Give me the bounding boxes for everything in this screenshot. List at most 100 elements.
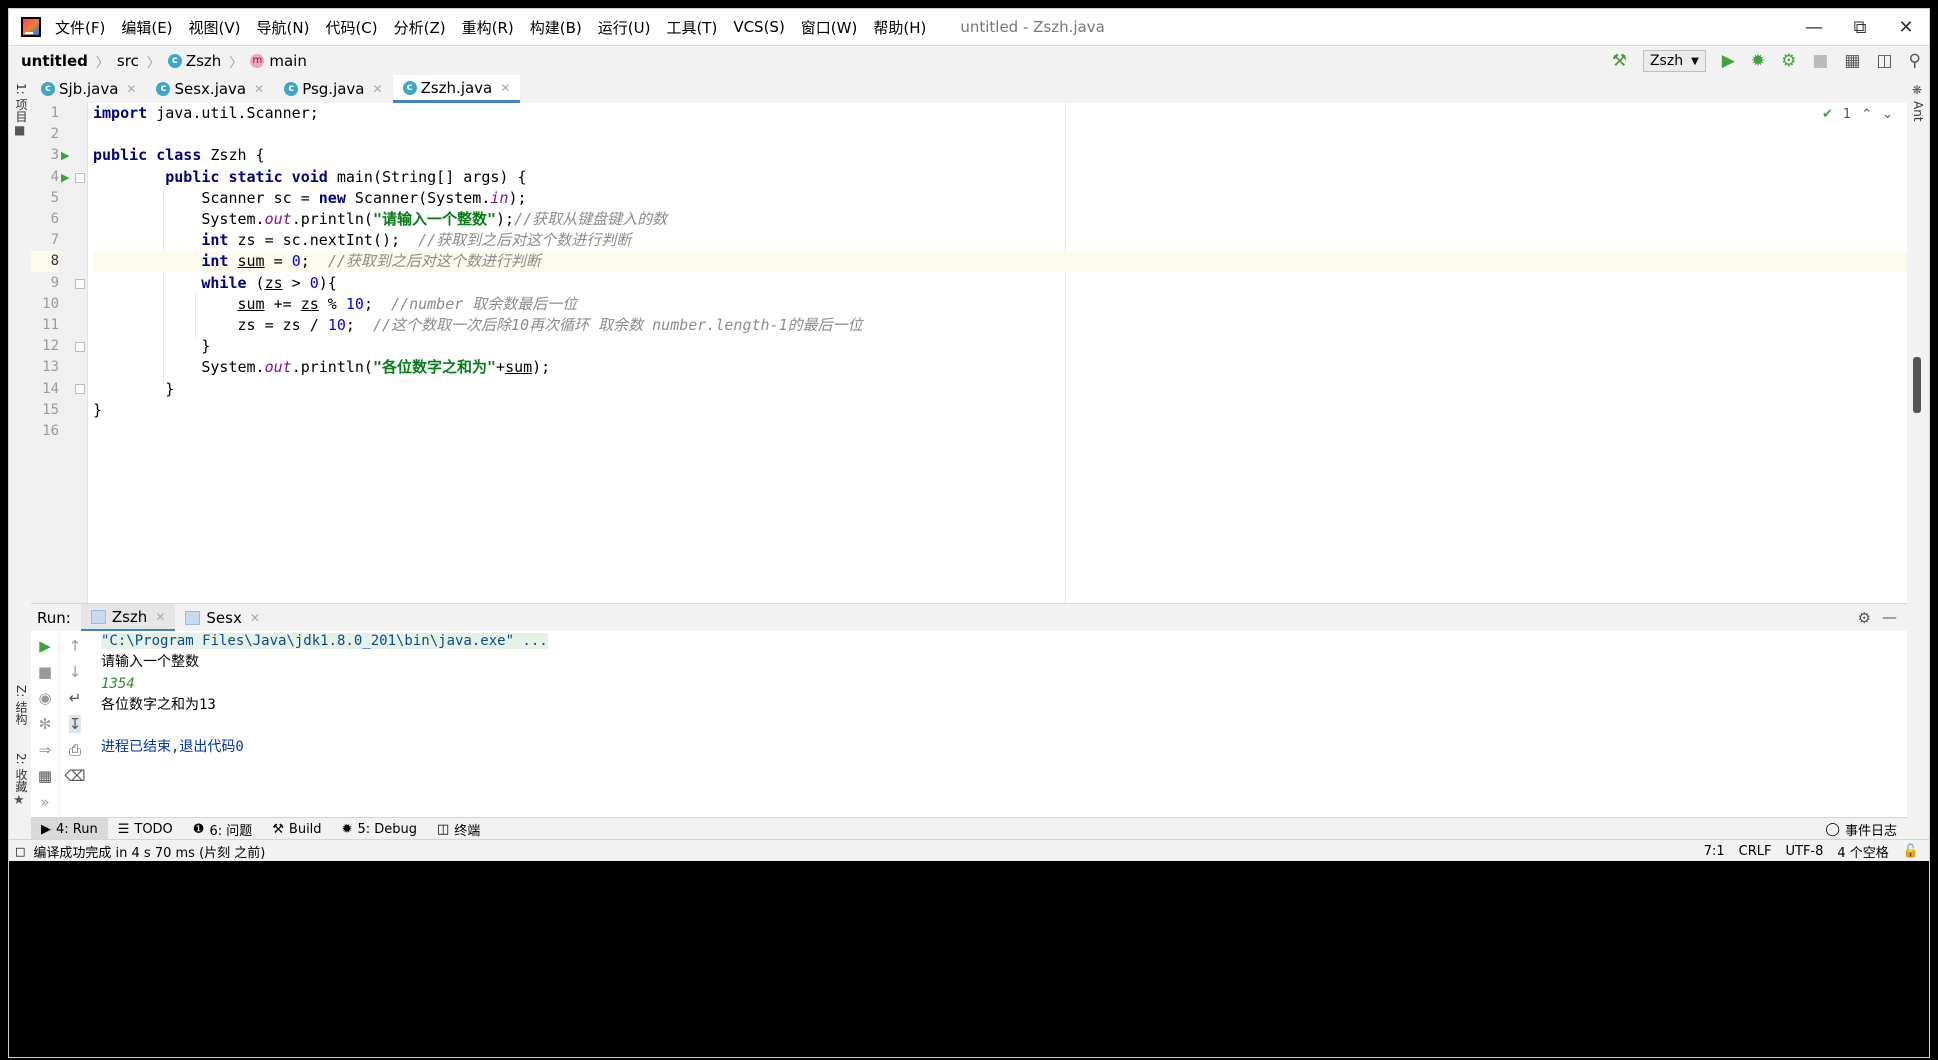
menu-refactor[interactable]: 重构(R) <box>462 17 514 38</box>
code-line: System.out.println("各位数字之和为"+sum); <box>93 358 551 377</box>
line-number: 11 <box>42 317 59 333</box>
fold-icon[interactable] <box>75 342 85 352</box>
code-line: } <box>93 379 175 398</box>
menu-window[interactable]: 窗口(W) <box>801 17 858 38</box>
folder-icon: ■ <box>14 123 26 137</box>
run-tool-button[interactable]: ▶ 4: Run <box>31 818 108 840</box>
indent-setting[interactable]: 4 个空格 <box>1837 842 1888 861</box>
debug-tool-label: 5: Debug <box>357 821 417 837</box>
settings-icon[interactable]: ✻ <box>39 715 52 733</box>
code-text[interactable]: import java.util.Scanner; public class Z… <box>93 103 1907 603</box>
caret-position[interactable]: 7:1 <box>1704 844 1725 859</box>
gear-icon[interactable]: ⚙ <box>1858 609 1871 627</box>
arrow-down-icon[interactable]: ↓ <box>69 663 82 681</box>
menu-tools[interactable]: 工具(T) <box>666 17 717 38</box>
terminal-window-icon[interactable]: ◫ <box>1876 52 1892 70</box>
console-input-line: 1354 <box>101 675 135 692</box>
menu-vcs[interactable]: VCS(S) <box>733 18 784 36</box>
line-number: 16 <box>42 423 59 439</box>
fold-icon[interactable] <box>75 173 85 183</box>
menu-code[interactable]: 代码(C) <box>325 17 377 38</box>
rerun-icon[interactable]: ▶ <box>39 637 51 655</box>
restore-icon[interactable]: ⧉ <box>1837 9 1883 45</box>
favorites-tool-button[interactable]: 2: 收藏 <box>13 753 30 793</box>
scroll-to-end-icon[interactable]: ↧ <box>68 715 82 733</box>
run-gutter-icon[interactable]: ▶ <box>61 145 69 166</box>
arrow-up-icon[interactable]: ↑ <box>69 637 82 655</box>
info-icon: ❶ <box>192 821 205 837</box>
scrollbar-thumb[interactable] <box>1913 357 1921 413</box>
structure-tool-button[interactable]: Z: 结构 <box>13 685 30 725</box>
terminal-tool-button[interactable]: ◫ 终端 <box>427 818 490 840</box>
build-tool-button[interactable]: ⚒ Build <box>262 818 331 840</box>
menu-analyze[interactable]: 分析(Z) <box>394 17 446 38</box>
problems-tool-button[interactable]: ❶ 6: 问题 <box>183 818 262 840</box>
close-tab-icon[interactable]: ✕ <box>500 81 510 95</box>
debug-tool-button[interactable]: ✹ 5: Debug <box>332 818 427 840</box>
fold-icon[interactable] <box>75 384 85 394</box>
soft-wrap-icon[interactable]: ↵ <box>69 689 82 707</box>
restore-layout-icon[interactable]: ⇒ <box>39 741 52 759</box>
run-icon[interactable]: ▶ <box>1722 52 1735 70</box>
stop-icon[interactable]: ■ <box>38 663 52 681</box>
build-hammer-icon[interactable]: ⚒ <box>1612 52 1627 70</box>
layout-icon[interactable]: ▦ <box>38 767 52 785</box>
breadcrumb-method[interactable]: m main <box>250 52 307 70</box>
line-number: 4 <box>50 168 59 185</box>
breadcrumb-src[interactable]: src <box>117 52 139 70</box>
line-separator[interactable]: CRLF <box>1739 844 1772 859</box>
close-tab-icon[interactable]: ✕ <box>155 610 165 624</box>
menu-file[interactable]: 文件(F) <box>55 17 105 38</box>
trash-icon[interactable]: ⌫ <box>64 767 85 785</box>
stop-icon[interactable]: ■ <box>1812 52 1828 70</box>
menu-edit[interactable]: 编辑(E) <box>121 17 172 38</box>
menu-help[interactable]: 帮助(H) <box>873 17 926 38</box>
tab-label: Sjb.java <box>59 80 119 98</box>
close-icon[interactable]: ✕ <box>1883 9 1929 45</box>
run-config-select[interactable]: Zszh ▼ <box>1642 50 1706 72</box>
menu-build[interactable]: 构建(B) <box>530 17 582 38</box>
breadcrumb-class[interactable]: c Zszh <box>167 52 222 70</box>
tab-zszh[interactable]: c Zszh.java ✕ <box>392 75 521 103</box>
minimize-panel-icon[interactable]: — <box>1882 608 1897 626</box>
console-output[interactable]: "C:\Program Files\Java\jdk1.8.0_201\bin\… <box>101 631 1907 817</box>
tab-sjb[interactable]: c Sjb.java ✕ <box>31 75 146 103</box>
tab-psg[interactable]: c Psg.java ✕ <box>274 75 392 103</box>
close-tab-icon[interactable]: ✕ <box>250 611 260 625</box>
project-tool-button[interactable]: 1: 项目 <box>13 83 30 123</box>
run-tab-sesx[interactable]: Sesx ✕ <box>175 604 270 632</box>
search-icon[interactable]: ⚲ <box>1909 52 1921 70</box>
tab-sesx[interactable]: c Sesx.java ✕ <box>146 75 274 103</box>
bug-icon: ✹ <box>341 821 353 837</box>
file-encoding[interactable]: UTF-8 <box>1786 844 1824 859</box>
menu-navigate[interactable]: 导航(N) <box>257 17 310 38</box>
fold-icon[interactable] <box>75 279 85 289</box>
class-icon: c <box>284 82 299 96</box>
run-tab-zszh[interactable]: Zszh ✕ <box>80 604 176 632</box>
more-icon[interactable]: » <box>40 793 49 811</box>
toggle-tool-windows-icon[interactable]: □ <box>15 845 25 858</box>
list-icon: ☰ <box>117 821 130 837</box>
ant-tool-button[interactable]: Ant <box>1911 101 1925 122</box>
code-editor[interactable]: 1 2 3 4 5 6 7 8 9 10 11 12 13 14 15 16 ▶… <box>31 103 1907 603</box>
breadcrumb-class-label: Zszh <box>185 52 222 70</box>
menu-view[interactable]: 视图(V) <box>189 17 241 38</box>
coverage-icon[interactable]: ⚙ <box>1781 52 1796 70</box>
print-icon[interactable]: ⎙ <box>69 741 81 759</box>
event-log-button[interactable]: ◯ 事件日志 <box>1815 818 1907 840</box>
debug-icon[interactable]: ✹ <box>1751 52 1765 70</box>
status-message[interactable]: 编译成功完成 in 4 s 70 ms (片刻 之前) <box>33 842 265 861</box>
hammer-icon: ⚒ <box>272 821 284 837</box>
lock-icon[interactable]: 🔓 <box>1903 844 1919 859</box>
close-tab-icon[interactable]: ✕ <box>126 82 136 96</box>
close-tab-icon[interactable]: ✕ <box>254 82 264 96</box>
close-tab-icon[interactable]: ✕ <box>373 82 383 96</box>
minimize-icon[interactable]: — <box>1791 9 1837 45</box>
run-gutter-icon[interactable]: ▶ <box>61 167 69 188</box>
menu-run[interactable]: 运行(U) <box>598 17 651 38</box>
breadcrumb-project[interactable]: untitled <box>21 52 88 70</box>
project-structure-icon[interactable]: ▦ <box>1844 52 1860 70</box>
todo-tool-button[interactable]: ☰ TODO <box>108 818 183 840</box>
run-toolbar-right: ↑ ↓ ↵ ↧ ⎙ ⌫ <box>61 631 89 817</box>
camera-icon[interactable]: ◉ <box>38 689 51 707</box>
